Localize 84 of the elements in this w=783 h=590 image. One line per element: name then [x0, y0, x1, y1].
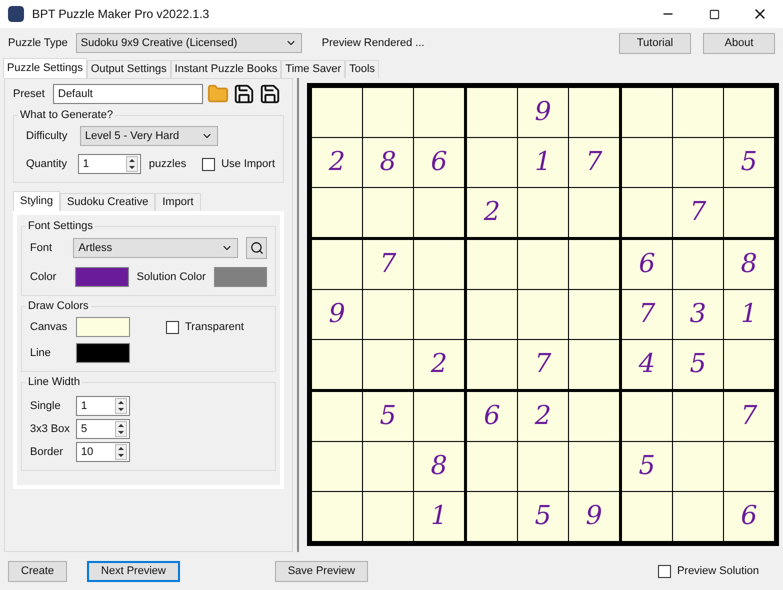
sudoku-cell: 6 — [622, 240, 672, 289]
sudoku-cell: 1 — [518, 138, 568, 187]
spin-arrows-icon — [115, 398, 127, 414]
action-button[interactable]: Save Preview — [274, 560, 368, 582]
checkbox-label: Use Import — [221, 156, 275, 172]
sudoku-cell: 8 — [363, 138, 413, 187]
tab[interactable]: Styling — [13, 191, 60, 211]
color-swatch[interactable] — [76, 343, 130, 363]
sudoku-cell: 7 — [363, 240, 413, 289]
sudoku-cell: 6 — [467, 392, 517, 441]
color-swatch[interactable] — [214, 267, 267, 287]
spin-arrows-icon — [126, 156, 138, 172]
preset-field[interactable]: Default — [53, 84, 203, 104]
preset-label: Preset — [13, 86, 46, 102]
sudoku-cell: 6 — [414, 138, 464, 187]
line-width-label: Single — [30, 398, 62, 414]
color-label: Canvas — [30, 320, 68, 335]
checkbox[interactable] — [202, 158, 216, 170]
search-icon[interactable] — [246, 237, 267, 259]
checkbox-label: Transparent — [185, 320, 244, 335]
spin-field[interactable]: 1 — [76, 396, 130, 416]
sudoku-cell: 8 — [724, 240, 774, 289]
sudoku-cell: 2 — [518, 392, 568, 441]
sudoku-cell: 2 — [467, 188, 517, 237]
sudoku-cell: 9 — [518, 88, 568, 137]
spin-arrows-icon — [115, 444, 127, 460]
sudoku-cell: 7 — [518, 340, 568, 389]
color-label: Line — [30, 346, 52, 361]
font-label: Font — [30, 240, 54, 256]
color-label: Color — [30, 270, 58, 285]
tab[interactable]: Time Saver — [281, 60, 346, 78]
spin-field[interactable]: 1 — [78, 154, 141, 174]
quantity-unit: puzzles — [148, 156, 186, 172]
sudoku-cell: 3 — [673, 290, 723, 339]
tab[interactable]: Tools — [345, 60, 379, 78]
toolbar-button[interactable]: About — [703, 32, 775, 54]
sudoku-cell: 7 — [724, 392, 774, 441]
puzzle-type-label: Puzzle Type — [8, 36, 68, 51]
spin-arrows-icon — [115, 421, 127, 437]
sudoku-cell: 4 — [622, 340, 672, 389]
sudoku-cell: 5 — [673, 340, 723, 389]
sudoku-cell: 5 — [518, 492, 568, 541]
puzzle-type-dropdown[interactable]: Sudoku 9x9 Creative (Licensed) — [76, 33, 302, 53]
sudoku-cell: 9 — [312, 290, 362, 339]
checkbox[interactable] — [166, 320, 179, 334]
group-title: Font Settings — [26, 219, 95, 233]
tab[interactable]: Puzzle Settings — [3, 58, 87, 78]
sudoku-cell: 7 — [622, 290, 672, 339]
sudoku-cell: 7 — [673, 188, 723, 237]
color-swatch[interactable] — [75, 267, 129, 287]
tab[interactable]: Sudoku Creative — [60, 193, 156, 211]
sudoku-cell: 5 — [724, 138, 774, 187]
difficulty-label: Difficulty — [26, 128, 68, 144]
sudoku-cell: 7 — [569, 138, 619, 187]
sudoku-cell: 5 — [363, 392, 413, 441]
sudoku-cell: 8 — [414, 442, 464, 491]
action-button[interactable]: Next Preview — [87, 560, 180, 582]
sudoku-cell: 9 — [569, 492, 619, 541]
font-dropdown[interactable]: Artless — [73, 238, 238, 258]
status-text: Preview Rendered ... — [322, 36, 424, 51]
tab[interactable]: Import — [155, 193, 201, 211]
color-swatch[interactable] — [76, 317, 130, 337]
sudoku-cell: 2 — [414, 340, 464, 389]
checkbox-label: Preview Solution — [677, 564, 759, 579]
line-width-label: Border — [30, 444, 64, 460]
spin-field[interactable]: 10 — [76, 442, 130, 462]
difficulty-dropdown[interactable]: Level 5 - Very Hard — [80, 126, 218, 146]
window-title: BPT Puzzle Maker Pro v2022.1.3 — [32, 6, 210, 23]
toolbar-button[interactable]: Tutorial — [619, 32, 691, 54]
line-width-label: 3x3 Box — [30, 422, 71, 437]
sudoku-cell: 2 — [312, 138, 362, 187]
action-button[interactable]: Create — [8, 560, 68, 582]
checkbox[interactable] — [658, 564, 672, 578]
app-logo-icon — [8, 6, 24, 22]
tab[interactable]: Instant Puzzle Books — [170, 60, 282, 78]
spin-field[interactable]: 5 — [76, 419, 130, 439]
sudoku-cell: 1 — [414, 492, 464, 541]
sudoku-cell: 1 — [724, 290, 774, 339]
sudoku-cell: 5 — [622, 442, 672, 491]
tab[interactable]: Output Settings — [86, 60, 171, 78]
quantity-label: Quantity — [26, 156, 68, 172]
sudoku-cell: 6 — [724, 492, 774, 541]
save-icon[interactable] — [233, 83, 255, 105]
color-label: Solution Color — [136, 270, 206, 285]
